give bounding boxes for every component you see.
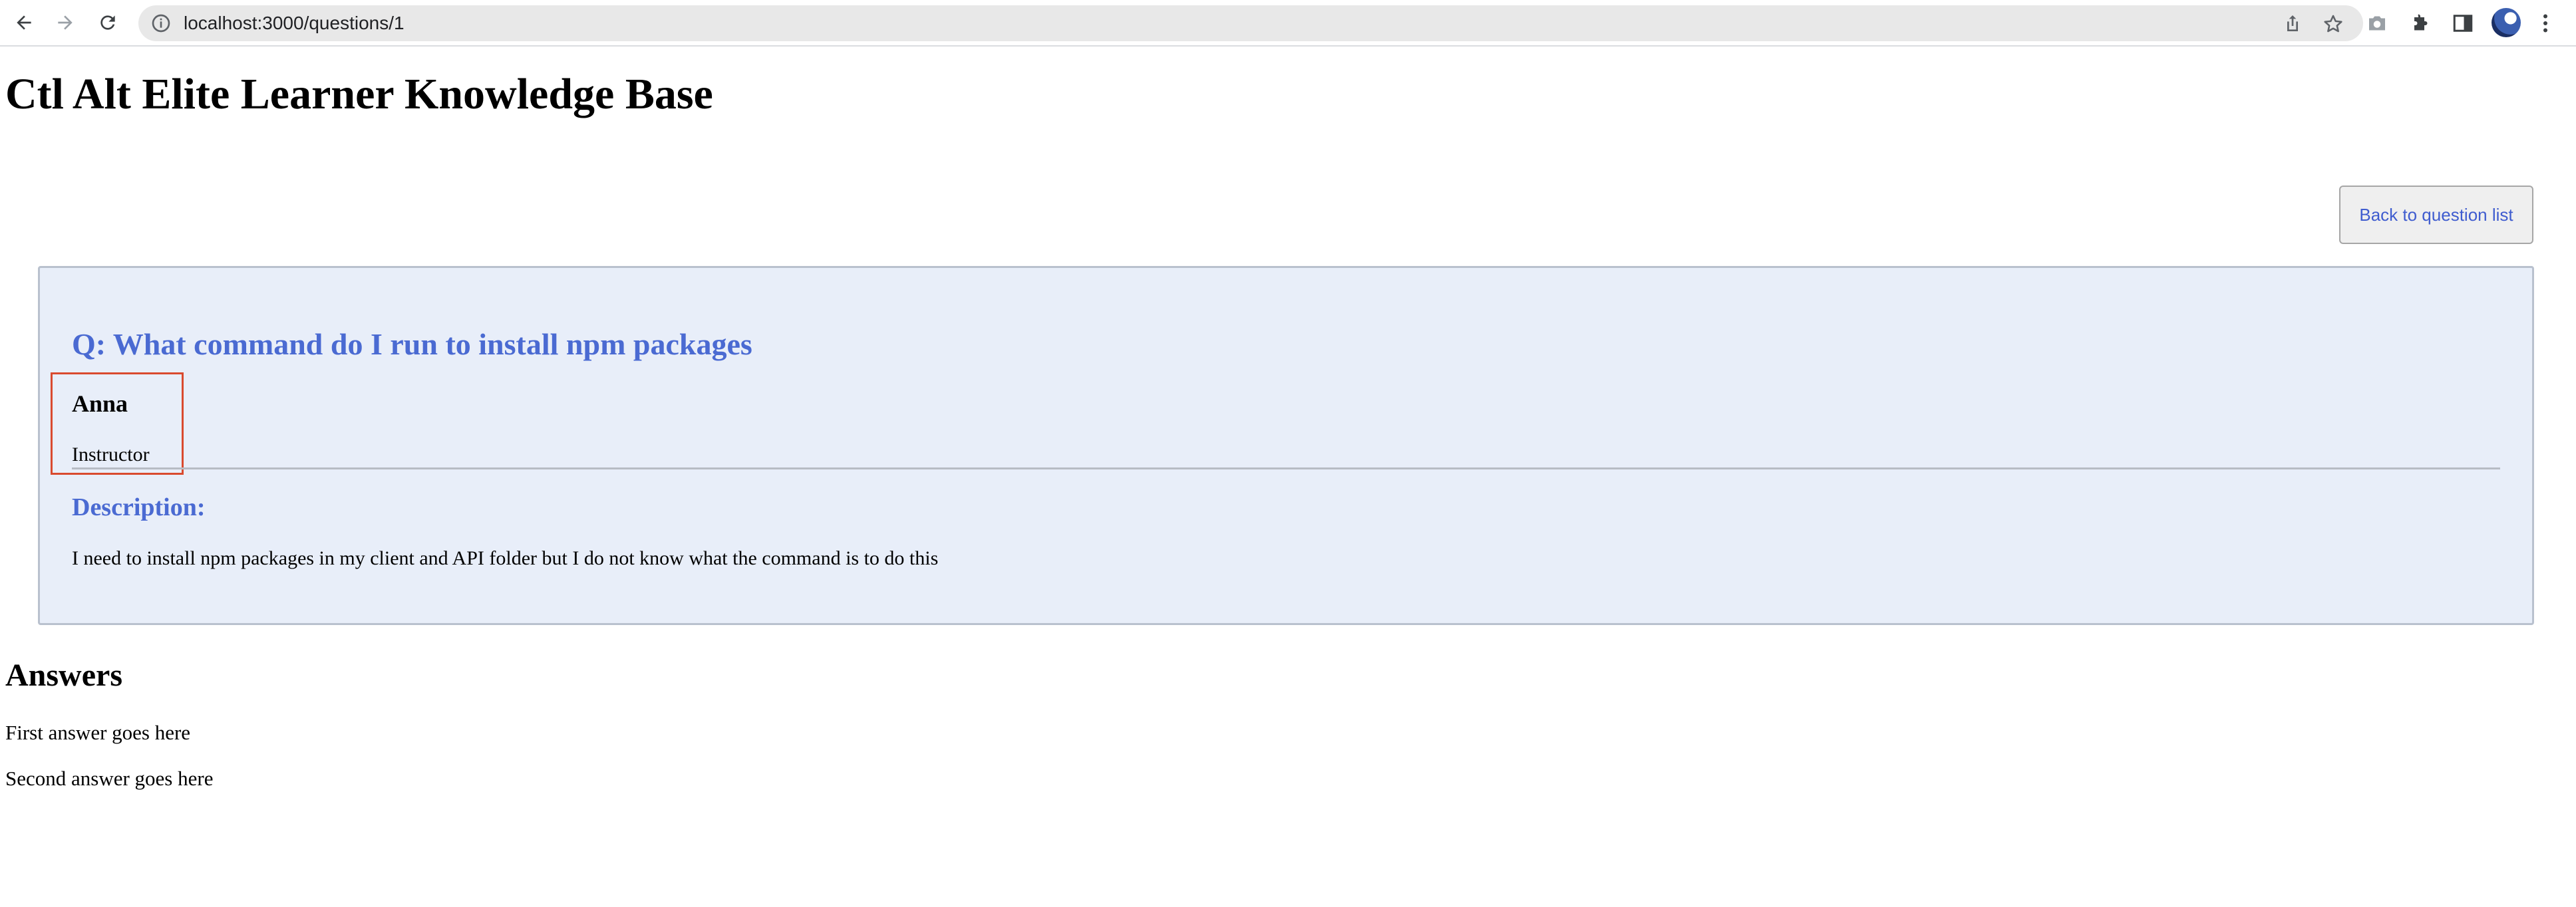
site-info-icon[interactable] <box>150 13 172 34</box>
browser-toolbar: localhost:3000/questions/1 <box>0 0 2576 47</box>
page-title: Ctl Alt Elite Learner Knowledge Base <box>5 70 713 118</box>
divider <box>72 467 2500 469</box>
answer-item: First answer goes here <box>5 721 191 744</box>
answer-item: Second answer goes here <box>5 767 214 790</box>
extensions-icon[interactable] <box>2408 11 2432 35</box>
forward-arrow-icon[interactable] <box>51 8 80 37</box>
more-menu-icon[interactable] <box>2533 11 2557 35</box>
reload-icon[interactable] <box>93 8 122 37</box>
address-bar[interactable]: localhost:3000/questions/1 <box>138 5 2363 41</box>
camera-icon[interactable] <box>2365 11 2389 35</box>
back-to-question-list-button[interactable]: Back to question list <box>2339 186 2533 244</box>
profile-avatar[interactable] <box>2492 8 2521 37</box>
description-heading: Description: <box>72 493 206 521</box>
author-highlight-box <box>51 372 184 475</box>
answers-heading: Answers <box>5 658 122 693</box>
question-card: Q: What command do I run to install npm … <box>38 266 2534 625</box>
back-arrow-icon[interactable] <box>9 8 39 37</box>
url-text[interactable]: localhost:3000/questions/1 <box>184 5 404 41</box>
side-panel-icon[interactable] <box>2451 11 2475 35</box>
share-icon[interactable] <box>2282 13 2303 34</box>
question-title: Q: What command do I run to install npm … <box>72 327 752 361</box>
description-text: I need to install npm packages in my cli… <box>72 547 939 569</box>
bookmark-star-icon[interactable] <box>2322 13 2344 35</box>
